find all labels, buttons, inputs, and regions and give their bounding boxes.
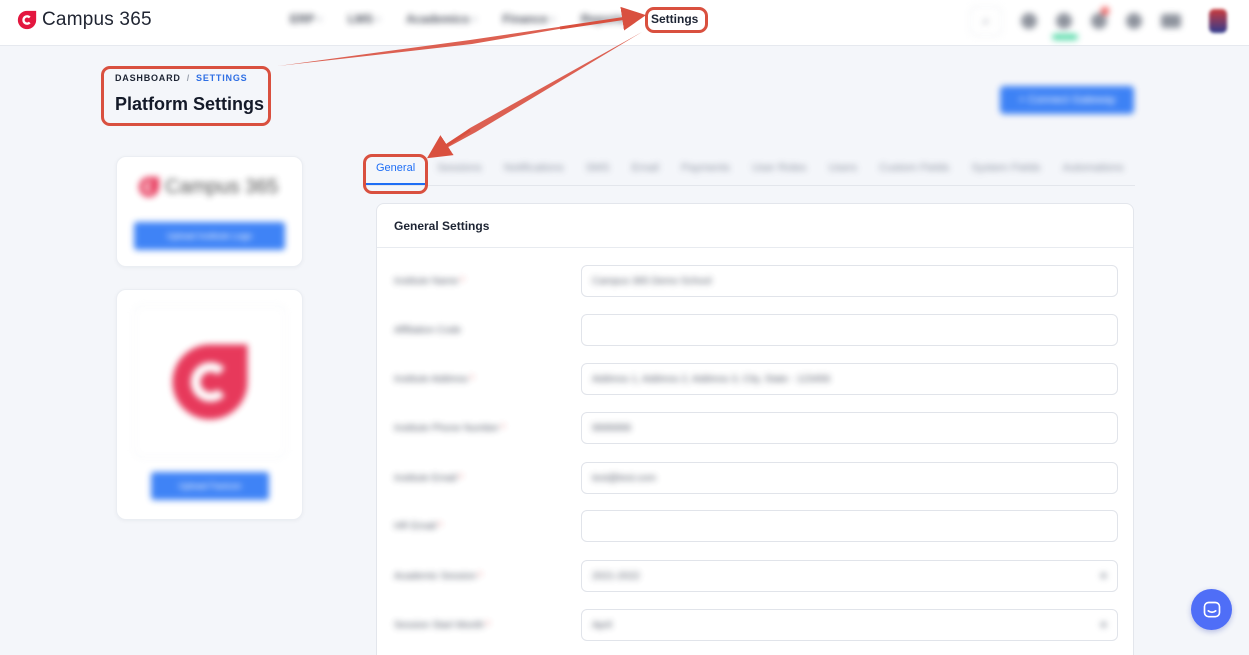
field-label: Institute Name *: [394, 276, 465, 287]
institute-logo-card: Campus 365 Upload Institute Logo: [116, 156, 303, 267]
upload-logo-button[interactable]: Upload Institute Logo: [134, 222, 285, 250]
academic-session-select[interactable]: 2021-2022 ◆: [581, 560, 1118, 592]
favicon-card: Upload Favicon: [116, 289, 303, 520]
globe-icon[interactable]: [1021, 13, 1037, 29]
form-row-session-start-month: Session Start Month * April ◆: [377, 609, 1135, 643]
status-badge: [1052, 34, 1078, 40]
tab-sessions[interactable]: Sessions: [426, 160, 493, 185]
form-row-academic-session: Academic Session * 2021-2022 ◆: [377, 560, 1135, 594]
nav-item-lms[interactable]: LMS ▾: [348, 12, 380, 26]
chevron-updown-icon: ◆: [1100, 619, 1107, 629]
favicon-icon: [172, 344, 248, 419]
tab-system-fields[interactable]: System Fields: [960, 160, 1051, 185]
institute-logo-text: Campus 365: [165, 175, 279, 198]
tab-automations[interactable]: Automations: [1052, 160, 1135, 185]
tab-notifications[interactable]: Notifications: [493, 160, 575, 185]
field-value: Campus 365 Demo School: [592, 276, 712, 287]
chevron-down-icon: ▾: [550, 14, 555, 24]
nav-item-erp[interactable]: ERP ▾: [290, 12, 322, 26]
affiliation-code-input[interactable]: [581, 314, 1118, 346]
tab-sms[interactable]: SMS: [575, 160, 621, 185]
chevron-down-icon: ▾: [472, 14, 477, 24]
annotation-arrow-to-general-head: [426, 128, 471, 159]
breadcrumb-dashboard[interactable]: DASHBOARD: [115, 73, 181, 83]
institute-phone-input[interactable]: 9999999: [581, 412, 1118, 444]
tab-payments[interactable]: Payments: [670, 160, 741, 185]
annotation-arrow-to-general: [430, 32, 642, 157]
institute-email-input[interactable]: test@test.com: [581, 462, 1118, 494]
upload-favicon-button[interactable]: Upload Favicon: [151, 472, 269, 500]
field-value: Address 1, Address 2, Address 3, City, S…: [592, 374, 831, 385]
form-row-institute-phone: Institute Phone Number * 9999999: [377, 412, 1135, 446]
field-value: April: [592, 620, 613, 631]
form-row-institute-email: Institute Email * test@test.com: [377, 462, 1135, 496]
hr-email-input[interactable]: [581, 510, 1118, 542]
session-start-month-select[interactable]: April ◆: [581, 609, 1118, 641]
field-label: Affiliation Code: [394, 325, 462, 336]
section-title: General Settings: [377, 204, 1133, 248]
top-navbar: Campus 365 ERP ▾ LMS ▾ Academics ▾ Finance ▾…: [0, 0, 1249, 46]
user-status-icon[interactable]: [1056, 13, 1072, 29]
tab-user-roles[interactable]: User Roles: [741, 160, 817, 185]
chat-launcher-button[interactable]: [1191, 589, 1232, 630]
search-icon[interactable]: ⌕: [970, 6, 1002, 36]
brand-name: Campus 365: [42, 9, 152, 30]
nav-icon-group: ⌕: [970, 6, 1191, 36]
field-label: Institute Address *: [394, 374, 474, 385]
brand[interactable]: Campus 365: [16, 9, 152, 31]
form-row-institute-name: Institute Name * Campus 365 Demo School: [377, 265, 1135, 299]
general-settings-panel: General Settings Institute Name * Campus …: [376, 203, 1134, 655]
institute-logo: Campus 365: [137, 175, 278, 199]
tab-custom-fields[interactable]: Custom Fields: [868, 160, 960, 185]
form-row-institute-address: Institute Address * Address 1, Address 2,…: [377, 363, 1135, 397]
tab-general[interactable]: General: [365, 160, 427, 185]
breadcrumb: DASHBOARD / SETTINGS: [115, 73, 247, 83]
bell-icon[interactable]: [1091, 7, 1109, 29]
chat-icon: [1203, 601, 1220, 617]
campus-logo-icon: [17, 10, 37, 30]
field-label: Academic Session *: [394, 571, 483, 582]
chevron-down-icon: ▾: [376, 14, 381, 24]
chevron-updown-icon: ◆: [1100, 570, 1107, 580]
page-title: Platform Settings: [115, 94, 265, 114]
field-label: Session Start Month *: [394, 620, 490, 631]
field-value: 9999999: [592, 423, 631, 434]
nav-item-settings[interactable]: Settings: [651, 12, 698, 26]
field-label: HR Email *: [394, 521, 443, 532]
chevron-down-icon: ▾: [317, 14, 322, 24]
field-label: Institute Email *: [394, 473, 463, 484]
field-value: 2021-2022: [592, 571, 640, 582]
campus-logo-icon: [139, 177, 159, 197]
institute-name-input[interactable]: Campus 365 Demo School: [581, 265, 1118, 297]
nav-item-finance[interactable]: Finance ▾: [502, 12, 554, 26]
settings-tabs: General Sessions Notifications SMS Email…: [365, 160, 1135, 186]
main-nav: ERP ▾ LMS ▾ Academics ▾ Finance ▾ Reports: [290, 12, 652, 26]
institute-address-input[interactable]: Address 1, Address 2, Address 3, City, S…: [581, 363, 1118, 395]
form-row-affiliation-code: Affiliation Code: [377, 314, 1135, 348]
breadcrumb-settings: SETTINGS: [196, 73, 248, 83]
field-value: test@test.com: [592, 473, 657, 484]
connect-gateway-button[interactable]: + Connect Gateway: [1000, 86, 1134, 114]
nav-item-academics[interactable]: Academics ▾: [406, 12, 476, 26]
nav-item-reports[interactable]: Reports: [581, 12, 626, 26]
language-flag-icon[interactable]: [1161, 14, 1181, 28]
tab-email[interactable]: Email: [621, 160, 671, 185]
form-row-hr-email: HR Email *: [377, 510, 1135, 544]
help-icon[interactable]: [1126, 13, 1142, 29]
breadcrumb-separator: /: [186, 73, 191, 83]
field-label: Institute Phone Number *: [394, 423, 505, 434]
tab-users[interactable]: Users: [817, 160, 868, 185]
favicon-preview: [134, 305, 286, 458]
avatar[interactable]: [1209, 9, 1227, 33]
